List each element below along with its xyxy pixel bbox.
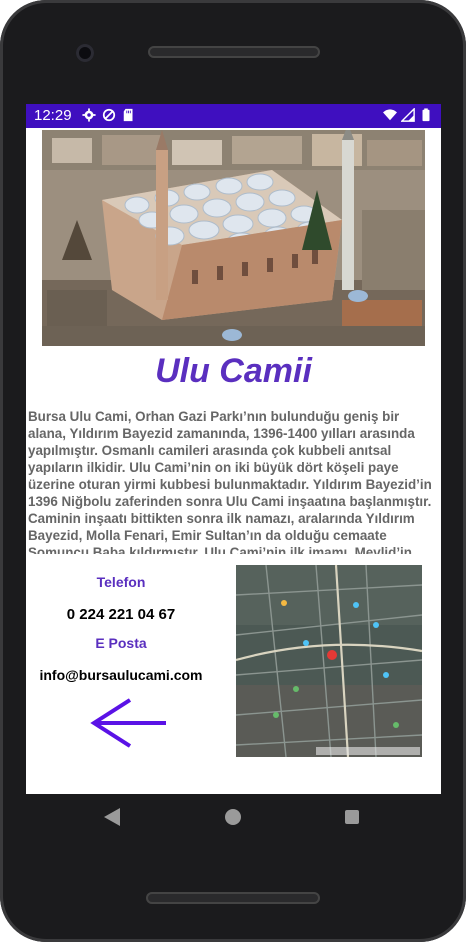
earpiece-speaker: [148, 46, 320, 58]
nav-back-icon[interactable]: [104, 808, 120, 826]
location-map[interactable]: [236, 565, 422, 757]
front-camera: [76, 44, 94, 62]
signal-icon: [401, 108, 415, 122]
nav-recent-button[interactable]: [345, 810, 359, 824]
description-text: Bursa Ulu Cami, Orhan Gazi Parkı’nın bul…: [28, 409, 432, 554]
bottom-speaker: [146, 892, 320, 904]
status-icons-left: [82, 108, 136, 122]
sd-card-icon: [123, 108, 133, 122]
app-screen: 12:29 Ulu Camii Bursa Ulu Cami, Orhan Ga…: [26, 104, 441, 794]
wifi-icon: [383, 109, 397, 121]
satellite-map: [236, 565, 422, 757]
email-address[interactable]: info@bursaulucami.com: [34, 667, 208, 683]
email-label: E Posta: [95, 635, 147, 651]
page-title: Ulu Camii: [155, 352, 312, 390]
status-icons-right: [383, 108, 433, 122]
gear-icon: [82, 108, 96, 122]
status-bar: 12:29: [26, 104, 441, 128]
status-time: 12:29: [34, 107, 72, 124]
hero-image: [42, 130, 425, 346]
phone-number[interactable]: 0 224 221 04 67: [42, 606, 200, 623]
phone-label: Telefon: [96, 574, 146, 590]
back-arrow-icon[interactable]: [88, 698, 168, 748]
mosque-photo: [42, 130, 425, 346]
block-icon: [102, 108, 116, 122]
phone-frame: 12:29 Ulu Camii Bursa Ulu Cami, Orhan Ga…: [0, 0, 466, 942]
nav-home-button[interactable]: [225, 809, 241, 825]
battery-icon: [422, 108, 430, 122]
